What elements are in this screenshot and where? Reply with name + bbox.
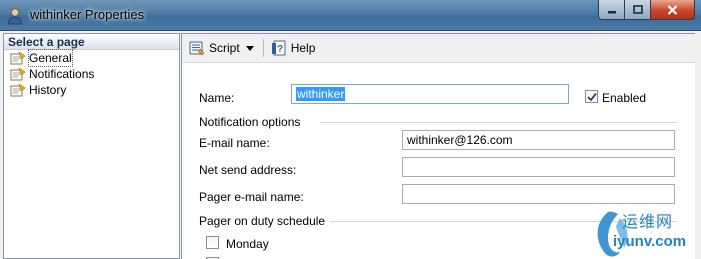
script-button[interactable]: Script xyxy=(186,37,243,59)
page-item-general[interactable]: General xyxy=(4,49,179,67)
svg-text:?: ? xyxy=(277,44,283,55)
select-page-pane: Select a page General Notifications Hist… xyxy=(3,33,180,259)
toolbar: Script ? Help xyxy=(182,34,695,63)
net-send-address-label: Net send address: xyxy=(199,163,297,177)
pager-email-name-label: Pager e-mail name: xyxy=(199,190,304,204)
email-name-label: E-mail name: xyxy=(199,136,270,150)
minimize-icon xyxy=(607,10,616,13)
net-send-address-field[interactable] xyxy=(402,157,675,177)
script-label: Script xyxy=(209,41,240,55)
pager-email-name-field[interactable] xyxy=(402,184,675,204)
enabled-checkbox[interactable] xyxy=(585,90,598,103)
script-dropdown-button[interactable] xyxy=(243,37,257,59)
name-value: withinker xyxy=(296,87,346,101)
enabled-label: Enabled xyxy=(602,91,647,105)
caption-buttons xyxy=(598,0,695,20)
script-icon xyxy=(189,41,205,56)
name-label: Name: xyxy=(199,91,235,105)
monday-label: Monday xyxy=(226,237,269,251)
pager-schedule-heading: Pager on duty schedule xyxy=(199,214,326,228)
group-divider xyxy=(320,122,677,123)
maximize-button[interactable] xyxy=(625,0,651,20)
window-title: withinker Properties xyxy=(30,7,145,22)
minimize-button[interactable] xyxy=(598,0,625,20)
properties-page-icon xyxy=(10,83,26,96)
notification-options-heading: Notification options xyxy=(199,115,301,129)
email-name-field[interactable]: withinker@126.com xyxy=(402,130,675,150)
properties-window: withinker Properties Select a page Gener… xyxy=(0,0,701,259)
page-item-history[interactable]: History xyxy=(4,82,179,98)
chevron-down-icon xyxy=(245,45,254,51)
help-label: Help xyxy=(290,41,316,55)
monday-checkbox[interactable] xyxy=(206,236,219,249)
select-page-header: Select a page xyxy=(4,34,179,50)
watermark-en-text: iyunv.com xyxy=(613,233,687,250)
page-item-label: General xyxy=(28,49,73,67)
checkmark-icon xyxy=(586,92,597,101)
properties-page-icon xyxy=(10,67,26,80)
page-item-label: Notifications xyxy=(29,67,95,81)
name-field[interactable]: withinker xyxy=(291,84,569,104)
maximize-icon xyxy=(632,4,643,14)
toolbar-separator xyxy=(262,39,264,57)
help-icon: ? xyxy=(271,40,286,56)
page-item-notifications[interactable]: Notifications xyxy=(4,66,179,82)
close-icon xyxy=(667,4,678,15)
properties-page-icon xyxy=(10,51,26,64)
watermark-cn-text: 运维网 xyxy=(622,214,674,231)
help-button[interactable]: ? Help xyxy=(268,37,319,59)
close-button[interactable] xyxy=(651,0,695,20)
title-bar[interactable]: withinker Properties xyxy=(0,0,701,31)
page-item-label: History xyxy=(29,83,67,97)
watermark: 运维网 iyunv.com xyxy=(594,208,701,259)
user-icon xyxy=(8,8,22,25)
